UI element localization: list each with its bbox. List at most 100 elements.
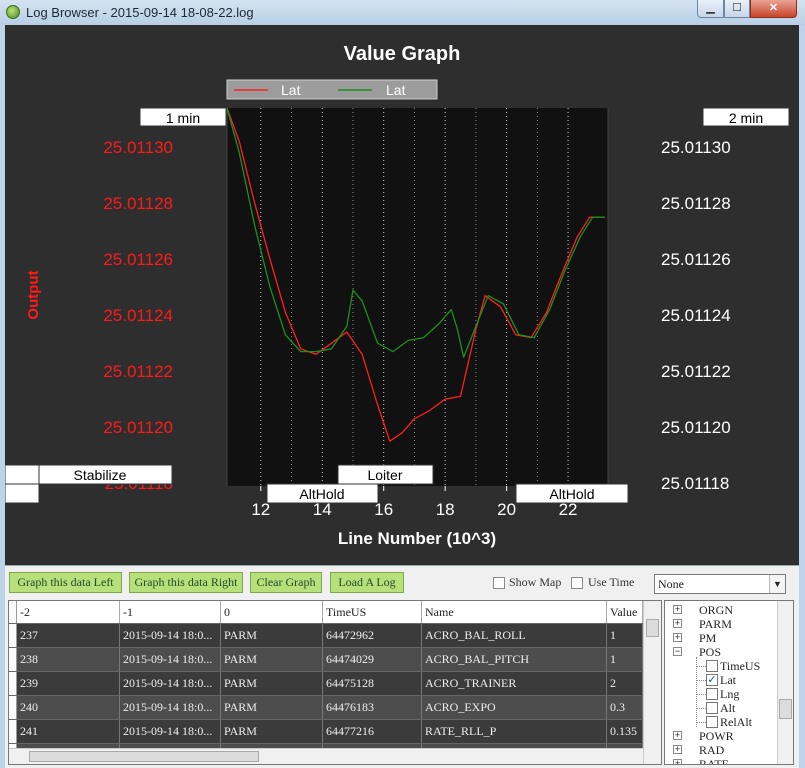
tree-item[interactable]: POWR xyxy=(699,729,734,743)
message-tree[interactable]: + ORGN + PARM + PM − POS TimeUS ✓ Lat Lng Alt RelAlt +… xyxy=(664,600,794,765)
table-cell[interactable]: PARM xyxy=(221,624,323,647)
tree-connector xyxy=(696,708,706,709)
window-titlebar: Log Browser - 2015-09-14 18-08-22.log ▁ … xyxy=(0,0,805,25)
y-right-tick-label: 25.01120 xyxy=(661,418,731,437)
series-select[interactable]: None ▼ xyxy=(654,574,786,594)
tree-item[interactable]: PARM xyxy=(699,617,732,631)
tree-item[interactable]: ORGN xyxy=(699,603,733,617)
tree-scroll-thumb[interactable] xyxy=(779,699,792,719)
table-cell[interactable]: RATE_RLL_P xyxy=(422,720,607,743)
row-header-cell[interactable] xyxy=(9,648,17,671)
table-cell[interactable]: 64475128 xyxy=(323,672,422,695)
table-cell[interactable]: 2015-09-14 18:0... xyxy=(120,648,221,671)
column-header[interactable]: -2 xyxy=(17,601,120,623)
table-cell[interactable]: 0.135 xyxy=(607,720,643,743)
expand-icon[interactable]: + xyxy=(673,605,682,614)
table-vertical-scrollbar[interactable] xyxy=(643,601,661,764)
close-button[interactable]: ✕ xyxy=(750,0,797,18)
tree-field-checkbox[interactable]: ✓ xyxy=(706,674,718,686)
tree-item[interactable]: PM xyxy=(699,631,716,645)
expand-icon[interactable]: + xyxy=(673,633,682,642)
table-cell[interactable]: 1 xyxy=(607,648,643,671)
row-header-cell[interactable] xyxy=(9,624,17,647)
table-cell[interactable]: 2015-09-14 18:0... xyxy=(120,672,221,695)
maximize-button[interactable]: ☐ xyxy=(724,0,750,18)
column-header[interactable]: 0 xyxy=(221,601,323,623)
legend-label-left: Lat xyxy=(281,82,301,98)
table-cell[interactable]: 1 xyxy=(607,624,643,647)
column-header[interactable]: Value xyxy=(607,601,643,623)
tree-field-checkbox[interactable] xyxy=(706,702,718,714)
tree-field-label[interactable]: Lng xyxy=(720,687,739,701)
table-cell[interactable]: 238 xyxy=(17,648,120,671)
table-cell[interactable]: 64474029 xyxy=(323,648,422,671)
chevron-down-icon[interactable]: ▼ xyxy=(769,575,785,593)
show-map-checkbox[interactable] xyxy=(493,577,505,589)
expand-icon[interactable]: + xyxy=(673,731,682,740)
mode-label-stabilize: Stabilize xyxy=(74,467,127,483)
table-hscroll-thumb[interactable] xyxy=(29,751,259,762)
table-horizontal-scrollbar[interactable] xyxy=(9,748,643,764)
column-header[interactable]: -1 xyxy=(120,601,221,623)
expand-icon[interactable]: + xyxy=(673,759,682,764)
log-table[interactable]: -2 -1 0 TimeUS Name Value 237 2015-09-14 18:0.… xyxy=(8,600,662,765)
expand-icon[interactable]: + xyxy=(673,745,682,754)
table-vscroll-thumb[interactable] xyxy=(646,619,659,637)
table-cell[interactable]: ACRO_TRAINER xyxy=(422,672,607,695)
table-cell[interactable]: 2015-09-14 18:0... xyxy=(120,720,221,743)
column-header[interactable]: TimeUS xyxy=(323,601,422,623)
table-cell[interactable]: PARM xyxy=(221,648,323,671)
table-cell[interactable]: 241 xyxy=(17,720,120,743)
tree-field-checkbox[interactable] xyxy=(706,660,718,672)
table-cell[interactable]: ACRO_BAL_PITCH xyxy=(422,648,607,671)
tree-item[interactable]: RATE xyxy=(699,757,729,764)
table-cell[interactable]: 2015-09-14 18:0... xyxy=(120,624,221,647)
table-row[interactable]: 238 2015-09-14 18:0... PARM 64474029 ACRO_BA… xyxy=(9,647,643,671)
load-log-button[interactable]: Load A Log xyxy=(330,572,404,593)
table-cell[interactable]: PARM xyxy=(221,672,323,695)
row-header-cell[interactable] xyxy=(9,720,17,743)
table-header: -2 -1 0 TimeUS Name Value xyxy=(9,601,643,623)
table-cell[interactable]: 237 xyxy=(17,624,120,647)
tree-item[interactable]: RAD xyxy=(699,743,724,757)
tree-field-checkbox[interactable] xyxy=(706,688,718,700)
row-header-cell[interactable] xyxy=(9,672,17,695)
y-right-tick-label: 25.01124 xyxy=(661,306,731,325)
y-right-tick-label: 25.01130 xyxy=(661,138,731,157)
table-cell[interactable]: PARM xyxy=(221,720,323,743)
collapse-icon[interactable]: − xyxy=(673,647,682,656)
table-row[interactable]: 239 2015-09-14 18:0... PARM 64475128 ACRO_TR… xyxy=(9,671,643,695)
table-cell[interactable]: 2 xyxy=(607,672,643,695)
clear-graph-button[interactable]: Clear Graph xyxy=(250,572,322,593)
tree-item[interactable]: POS xyxy=(699,645,721,659)
row-header-cell xyxy=(9,601,17,623)
graph-left-button[interactable]: Graph this data Left xyxy=(9,572,122,593)
table-row[interactable]: 237 2015-09-14 18:0... PARM 64472962 ACRO_BA… xyxy=(9,623,643,647)
table-cell[interactable]: 2015-09-14 18:0... xyxy=(120,696,221,719)
table-cell[interactable]: ACRO_EXPO xyxy=(422,696,607,719)
table-cell[interactable]: 64476183 xyxy=(323,696,422,719)
table-cell[interactable]: 64477216 xyxy=(323,720,422,743)
table-row[interactable]: 241 2015-09-14 18:0... PARM 64477216 RATE_RL… xyxy=(9,719,643,743)
minimize-button[interactable]: ▁ xyxy=(697,0,724,18)
column-header[interactable]: Name xyxy=(422,601,607,623)
table-cell[interactable]: 239 xyxy=(17,672,120,695)
table-cell[interactable]: 64472962 xyxy=(323,624,422,647)
tree-field-checkbox[interactable] xyxy=(706,716,718,728)
tree-field-label[interactable]: RelAlt xyxy=(720,715,752,729)
row-header-cell[interactable] xyxy=(9,696,17,719)
tree-field-label[interactable]: TimeUS xyxy=(720,659,760,673)
graph-right-button[interactable]: Graph this data Right xyxy=(129,572,243,593)
expand-icon[interactable]: + xyxy=(673,619,682,628)
table-cell[interactable]: ACRO_BAL_ROLL xyxy=(422,624,607,647)
value-graph[interactable]: Value Graph Lat Lat 1 min 2 min 25.01130… xyxy=(5,25,799,565)
tree-vertical-scrollbar[interactable] xyxy=(777,601,793,764)
table-cell[interactable]: PARM xyxy=(221,696,323,719)
table-cell[interactable]: 0.3 xyxy=(607,696,643,719)
table-cell[interactable]: 240 xyxy=(17,696,120,719)
tree-field-label[interactable]: Alt xyxy=(720,701,735,715)
tree-field-label[interactable]: Lat xyxy=(720,673,736,687)
use-time-checkbox[interactable] xyxy=(571,577,583,589)
graph-panel[interactable]: Value Graph Lat Lat 1 min 2 min 25.01130… xyxy=(5,25,799,565)
table-row[interactable]: 240 2015-09-14 18:0... PARM 64476183 ACRO_EX… xyxy=(9,695,643,719)
